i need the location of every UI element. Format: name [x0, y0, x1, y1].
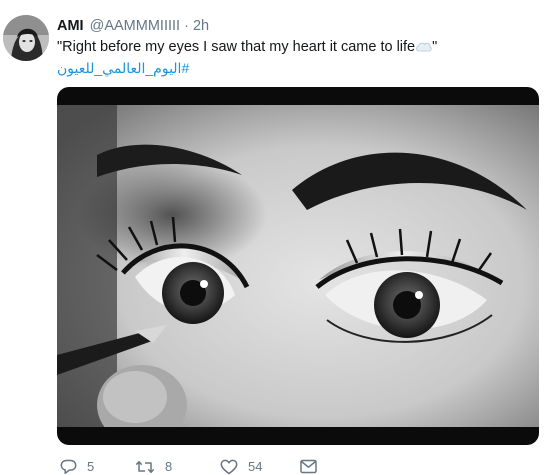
like-count: 54: [248, 459, 263, 474]
like-icon: [220, 459, 238, 475]
avatar-image: [3, 15, 49, 61]
tweet-text: "Right before my eyes I saw that my hear…: [57, 38, 437, 56]
cloud-icon: [415, 39, 432, 52]
reply-count: 5: [87, 459, 95, 474]
media-photo: [57, 105, 539, 427]
display-name[interactable]: AMI: [57, 18, 84, 34]
tweet-text-main: "Right before my eyes I saw that my hear…: [57, 39, 416, 55]
retweet-icon: [135, 459, 155, 475]
tweet-text-end: ": [432, 39, 438, 55]
retweet-button[interactable]: 8: [135, 458, 172, 475]
reply-icon: [60, 459, 77, 475]
direct-message-button[interactable]: [300, 458, 317, 475]
separator-dot: ·: [184, 18, 189, 34]
like-button[interactable]: 54: [220, 458, 262, 475]
avatar[interactable]: [3, 15, 49, 61]
tweet-media[interactable]: [57, 87, 539, 445]
hashtag-link[interactable]: #اليوم_العالمي_للعيون: [57, 59, 189, 77]
tweet-header: AMI @AAMMMIIIII · 2h: [57, 17, 209, 35]
tweet: AMI @AAMMMIIIII · 2h "Right before my ey…: [0, 0, 558, 475]
reply-button[interactable]: 5: [60, 458, 94, 475]
user-handle[interactable]: @AAMMMIIIII: [90, 18, 180, 34]
direct-message-icon: [300, 459, 317, 474]
retweet-count: 8: [165, 459, 173, 474]
timestamp[interactable]: 2h: [193, 18, 209, 34]
